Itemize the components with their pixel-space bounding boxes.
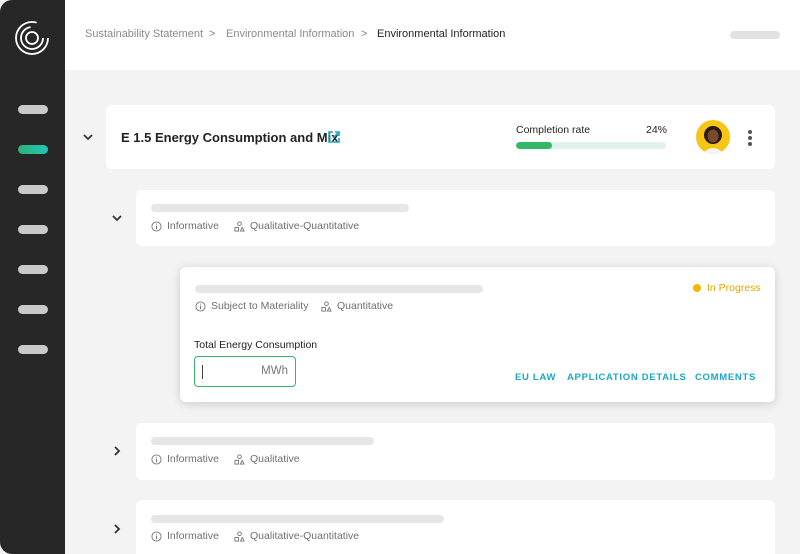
- shapes-icon: [234, 530, 245, 542]
- energy-field-label: Total Energy Consumption: [194, 339, 318, 351]
- sidebar-item-4[interactable]: [18, 225, 48, 234]
- avatar[interactable]: [696, 120, 730, 154]
- top-bar: Sustainability Statement > Environmental…: [65, 0, 800, 70]
- item-tag-kind: Qualitative-Quantitative: [234, 530, 359, 542]
- breadcrumb-item-current: Environmental Information: [377, 28, 506, 40]
- completion-progress-bar: [516, 142, 666, 149]
- sidebar-item-5[interactable]: [18, 265, 48, 274]
- item-tag-type: Informative: [151, 453, 219, 465]
- shapes-icon: [321, 300, 332, 312]
- breadcrumb-separator: >: [361, 28, 368, 40]
- external-link-icon[interactable]: [327, 130, 341, 144]
- comments-link[interactable]: COMMENTS: [695, 372, 756, 383]
- item-title-placeholder: [195, 285, 483, 293]
- sidebar-item-2-active[interactable]: [18, 145, 48, 154]
- breadcrumb-item-1[interactable]: Sustainability Statement: [85, 28, 203, 40]
- item-tag-type: Informative: [151, 220, 219, 232]
- item-tag-label: Quantitative: [337, 300, 394, 312]
- more-vertical-icon[interactable]: [748, 130, 752, 148]
- section-header-card: E 1.5 Energy Consumption and Mix Complet…: [106, 105, 775, 169]
- shapes-icon: [234, 453, 245, 465]
- status-label: In Progress: [707, 282, 761, 294]
- user-menu-placeholder[interactable]: [730, 31, 780, 39]
- chevron-right-icon[interactable]: [110, 522, 124, 536]
- list-item[interactable]: Informative Qualitative-Quantitative: [136, 190, 775, 246]
- sidebar-item-3[interactable]: [18, 185, 48, 194]
- item-tag-label: Qualitative: [250, 453, 300, 465]
- item-tag-label: Informative: [167, 453, 219, 465]
- completion-progress-fill: [516, 142, 552, 149]
- completion-rate-value: 24%: [646, 124, 668, 136]
- unit-label: MWh: [261, 365, 288, 377]
- info-icon: [151, 530, 162, 542]
- breadcrumb-item-2[interactable]: Environmental Information: [226, 28, 354, 40]
- completion-rate-label: Completion rate: [516, 124, 591, 136]
- section-title: E 1.5 Energy Consumption and Mix: [121, 130, 339, 145]
- item-tag-type: Subject to Materiality: [195, 300, 308, 312]
- item-tag-label: Informative: [167, 220, 219, 232]
- list-item[interactable]: Informative Qualitative: [136, 423, 775, 480]
- list-item[interactable]: Informative Qualitative-Quantitative: [136, 500, 775, 554]
- info-icon: [151, 453, 162, 465]
- item-tag-kind: Qualitative-Quantitative: [234, 220, 359, 232]
- application-details-link[interactable]: APPLICATION DETAILS: [567, 372, 687, 383]
- info-icon: [195, 300, 206, 312]
- chevron-down-icon[interactable]: [110, 211, 124, 225]
- sidebar: [0, 0, 65, 554]
- status-badge: In Progress: [693, 282, 761, 294]
- chevron-down-icon[interactable]: [81, 130, 95, 144]
- text-caret: [202, 365, 203, 379]
- sidebar-item-7[interactable]: [18, 345, 48, 354]
- item-title-placeholder: [151, 515, 444, 523]
- item-tag-label: Qualitative-Quantitative: [250, 530, 360, 542]
- expanded-item-card: Subject to Materiality Quantitative In P…: [180, 267, 775, 402]
- breadcrumb-separator: >: [209, 28, 216, 40]
- energy-consumption-input[interactable]: MWh: [194, 356, 296, 387]
- sidebar-item-6[interactable]: [18, 305, 48, 314]
- eu-law-link[interactable]: EU LAW: [515, 372, 556, 383]
- sidebar-item-1[interactable]: [18, 105, 48, 114]
- item-title-placeholder: [151, 437, 374, 445]
- item-title-placeholder: [151, 204, 409, 212]
- shapes-icon: [234, 220, 245, 232]
- item-tag-type: Informative: [151, 530, 219, 542]
- item-tag-label: Qualitative-Quantitative: [250, 220, 360, 232]
- item-tag-kind: Quantitative: [321, 300, 393, 312]
- info-icon: [151, 220, 162, 232]
- status-dot-icon: [693, 284, 701, 292]
- logo-icon[interactable]: [14, 20, 50, 56]
- chevron-right-icon[interactable]: [110, 444, 124, 458]
- item-tag-kind: Qualitative: [234, 453, 300, 465]
- item-tag-label: Informative: [167, 530, 219, 542]
- item-tag-label: Subject to Materiality: [211, 300, 309, 312]
